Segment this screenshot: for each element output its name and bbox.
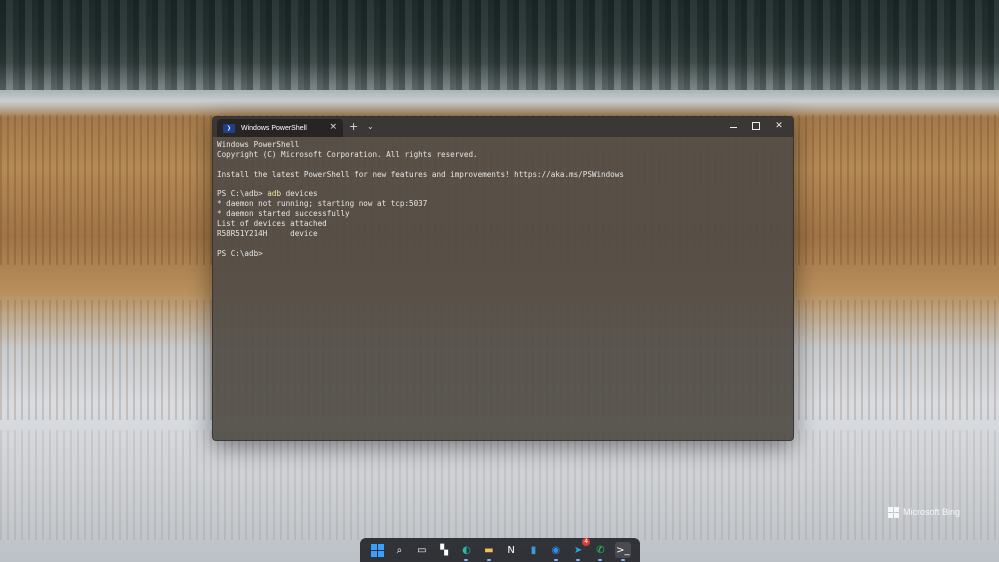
notepad-icon-glyph: ▮ [530, 544, 537, 556]
command-text: adb [267, 189, 282, 199]
maximize-button[interactable] [748, 119, 764, 135]
widgets-icon[interactable]: ▚ [436, 542, 452, 558]
terminal-line: PS C:\adb> adb devices [217, 189, 789, 199]
windows-logo-icon [370, 543, 384, 557]
running-indicator [620, 559, 625, 561]
minimize-button[interactable] [725, 119, 741, 133]
desktop: { "wallpaper": { "branding": "Microsoft … [0, 0, 999, 562]
terminal-line: R58R51Y214H device [217, 229, 318, 239]
bing-watermark-text: Microsoft Bing [903, 507, 961, 517]
terminal-line: Install the latest PowerShell for new fe… [217, 169, 624, 179]
browser-icon-glyph: ◉ [551, 544, 561, 556]
minimize-icon [729, 127, 737, 128]
telegram-icon[interactable]: ➤ 4 [570, 538, 591, 561]
taskbar: ⌕ ▭ ▚ ◐ ▬ N ▮ ◉ ➤ 4 ✆ >_ [360, 538, 640, 562]
whatsapp-icon[interactable]: ✆ [592, 542, 608, 561]
terminal-line: * daemon started successfully [217, 209, 350, 219]
search-icon-glyph: ⌕ [396, 544, 403, 556]
edge-icon[interactable]: ◐ [458, 542, 474, 561]
wallpaper-grass [0, 430, 999, 540]
running-indicator [576, 559, 581, 561]
notion-icon-glyph: N [507, 544, 515, 556]
task-view-icon-glyph: ▭ [417, 544, 427, 556]
running-indicator [598, 559, 603, 561]
bing-watermark: Microsoft Bing [888, 504, 960, 520]
tab-close-icon[interactable]: × [329, 122, 337, 133]
running-indicator [486, 559, 491, 561]
new-tab-button[interactable]: + [349, 120, 358, 133]
maximize-icon [752, 122, 760, 130]
terminal-line: Windows PowerShell [217, 140, 300, 149]
tab-windows-powershell[interactable]: ❯ Windows PowerShell × [217, 119, 343, 137]
terminal-line: List of devices attached [217, 219, 327, 229]
powershell-icon: ❯ [223, 123, 235, 133]
notepad-icon[interactable]: ▮ [525, 542, 541, 558]
terminal-line: Copyright (C) Microsoft Corporation. All… [217, 149, 478, 159]
close-button[interactable]: ✕ [771, 119, 787, 133]
whatsapp-icon-glyph: ✆ [596, 544, 605, 556]
file-explorer-icon-glyph: ▬ [484, 544, 494, 556]
terminal-icon[interactable]: >_ [614, 542, 631, 561]
widgets-icon-glyph: ▚ [440, 544, 448, 556]
running-indicator [553, 559, 558, 561]
browser-icon[interactable]: ◉ [548, 542, 564, 561]
terminal-line: PS C:\adb> [217, 248, 263, 258]
terminal-icon-glyph: >_ [616, 544, 630, 556]
notion-icon[interactable]: N [503, 542, 519, 558]
notification-badge: 4 [582, 538, 591, 546]
search-icon[interactable]: ⌕ [391, 542, 407, 558]
prompt-text: PS C:\adb> [217, 189, 268, 199]
terminal-line: * daemon not running; starting now at tc… [217, 199, 428, 209]
running-indicator [464, 559, 469, 561]
telegram-icon-glyph: ➤ [573, 544, 583, 556]
title-bar[interactable]: ❯ Windows PowerShell × + ⌄ ✕ [213, 117, 793, 137]
wallpaper-trees [0, 0, 999, 90]
file-explorer-icon[interactable]: ▬ [481, 542, 497, 561]
task-view-icon[interactable]: ▭ [414, 542, 430, 558]
chevron-down-icon[interactable]: ⌄ [367, 121, 374, 133]
terminal-window[interactable]: ❯ Windows PowerShell × + ⌄ ✕ Windows Pow… [212, 116, 794, 441]
start-icon[interactable] [369, 542, 385, 558]
command-args: devices [281, 189, 318, 199]
microsoft-logo-icon [888, 506, 899, 518]
terminal-output[interactable]: Windows PowerShell Copyright (C) Microsof… [213, 137, 793, 259]
tab-title: Windows PowerShell [241, 124, 307, 132]
edge-icon-glyph: ◐ [462, 544, 471, 556]
